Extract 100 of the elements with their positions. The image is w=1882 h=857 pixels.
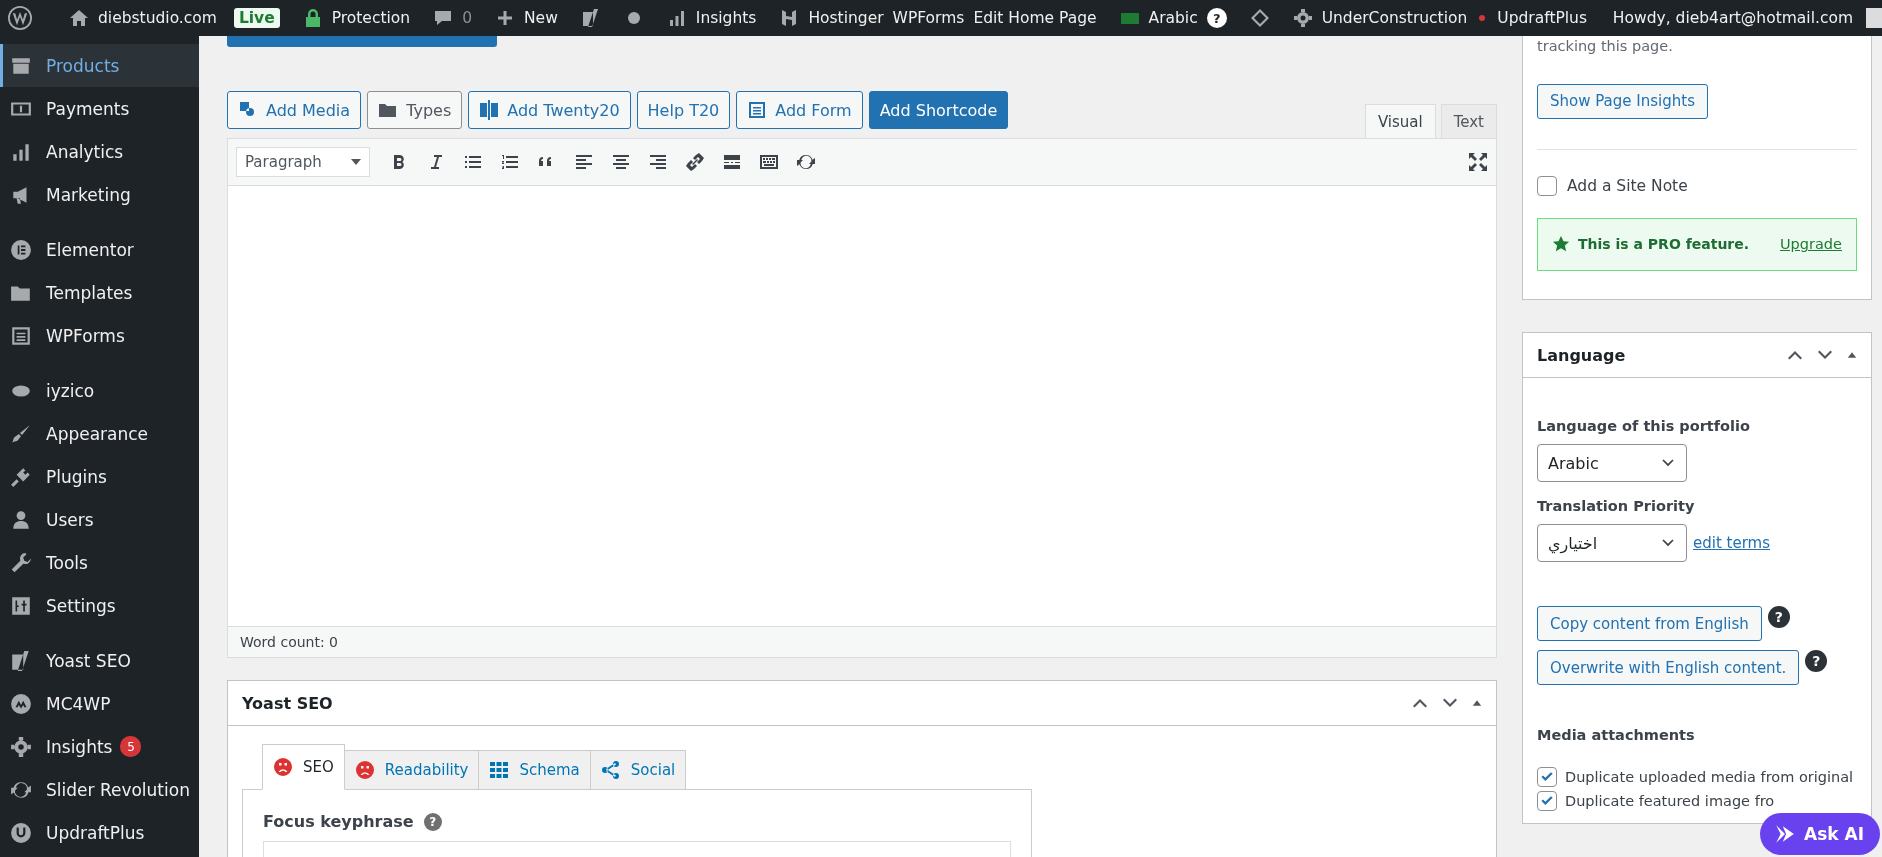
gear-icon (10, 735, 32, 758)
sliders-icon (10, 594, 32, 617)
circle-m-icon (10, 692, 32, 715)
help-icon[interactable]: ? (1206, 8, 1227, 28)
sad-face-icon (273, 757, 293, 777)
keyboard-icon[interactable] (759, 152, 779, 172)
split-icon (479, 100, 500, 120)
pro-text: This is a PRO feature. (1578, 236, 1750, 253)
sidebar-item[interactable]: Plugins (0, 455, 199, 498)
align-right-icon[interactable] (648, 152, 668, 172)
sidebar-item[interactable]: Insights 5 (0, 725, 199, 768)
align-center-icon[interactable] (611, 152, 631, 172)
comment-count[interactable]: 0 (462, 9, 472, 27)
help-icon[interactable]: ? (423, 812, 442, 831)
field-label: Focus keyphrase (263, 812, 414, 831)
media-button[interactable]: Add Form (736, 91, 863, 129)
toolbar-link[interactable]: Insights (695, 9, 757, 27)
sidebar-item[interactable]: Appearance (0, 412, 199, 455)
priority-select[interactable]: اختياري (1537, 524, 1687, 562)
sidebar-item[interactable]: Products (0, 44, 199, 87)
media-button[interactable]: Add Shortcode (868, 91, 1009, 129)
edit-terms-link[interactable]: edit terms (1693, 534, 1770, 552)
toolbar-link[interactable]: WPForms (892, 9, 965, 27)
upgrade-link[interactable]: Upgrade (1780, 236, 1842, 253)
sync-icon[interactable] (796, 152, 816, 172)
toolbar-link[interactable]: Hostinger (808, 9, 884, 27)
copy-button[interactable]: Overwrite with English content. (1537, 650, 1800, 685)
toolbar-link[interactable]: Protection (331, 9, 411, 27)
sidebar-item[interactable]: MC4WP (0, 682, 199, 725)
diamond-icon[interactable] (1249, 8, 1270, 28)
home-icon[interactable] (69, 8, 89, 28)
sidebar-item[interactable]: Marketing (0, 173, 199, 216)
sidebar-item[interactable]: UpdraftPlus (0, 811, 199, 854)
numbered-list-icon[interactable] (500, 152, 520, 172)
plug-icon (10, 465, 32, 488)
toolbar-link[interactable]: UpdraftPlus (1497, 9, 1588, 27)
format-select[interactable]: Paragraph (236, 147, 370, 177)
checkbox[interactable] (1537, 175, 1557, 196)
toolbar-link[interactable]: UnderConstruction (1321, 9, 1468, 27)
plus-icon[interactable] (495, 8, 515, 28)
media-button[interactable]: Help T20 (636, 91, 731, 129)
comment-icon[interactable] (433, 8, 454, 28)
sidebar-item[interactable]: Elementor (0, 228, 199, 271)
wordpress-logo[interactable] (8, 6, 32, 30)
toolbar-link[interactable]: Arabic (1148, 9, 1198, 27)
description-text: tracking this page. (1537, 37, 1674, 54)
section-label: Media attachments (1537, 727, 1696, 743)
help-icon[interactable]: ? (1767, 606, 1790, 628)
panel-title: Language (1537, 345, 1627, 365)
editor-tab[interactable]: Text (1440, 104, 1497, 138)
editor-tab[interactable]: Visual (1364, 104, 1436, 138)
grid-icon (489, 760, 510, 780)
read-more-icon[interactable] (722, 152, 742, 172)
caret-icon (351, 159, 361, 165)
align-left-icon[interactable] (574, 152, 594, 172)
media-button[interactable]: Add Media (227, 91, 362, 129)
sidebar-item[interactable]: Users (0, 498, 199, 541)
sidebar-item[interactable]: Settings (0, 584, 199, 627)
sidebar-item[interactable]: Analytics (0, 130, 199, 173)
ask-ai-button[interactable]: Ask AI (1760, 813, 1880, 855)
toolbar-link[interactable]: New (524, 9, 558, 27)
star-icon (1552, 235, 1570, 254)
checkbox-label: Duplicate uploaded media from original (1565, 769, 1854, 785)
show-insights-button[interactable]: Show Page Insights (1537, 84, 1708, 119)
person-icon (10, 508, 32, 531)
circle-u-icon (10, 821, 32, 844)
sidebar-item[interactable]: Yoast SEO (0, 639, 199, 682)
field-label: Translation Priority (1537, 498, 1696, 514)
sidebar-item[interactable]: Slider Revolution (0, 768, 199, 811)
sidebar-item[interactable]: Tools (0, 541, 199, 584)
live-badge: Live (233, 8, 280, 28)
gear-icon[interactable] (1292, 8, 1313, 28)
seo-tab[interactable]: Schema (479, 750, 591, 790)
brush-icon (10, 422, 32, 445)
sad-face-icon (354, 760, 375, 780)
sidebar-item[interactable]: Payments (0, 87, 199, 130)
sidebar-item[interactable]: Templates (0, 271, 199, 314)
count-badge: 5 (120, 736, 142, 757)
wrench-icon (10, 551, 32, 574)
checkbox[interactable] (1537, 767, 1557, 787)
form-icon (10, 324, 32, 347)
toolbar-link[interactable]: diebstudio.com (98, 9, 217, 27)
toolbar-link[interactable]: Edit Home Page (973, 9, 1097, 27)
link-icon[interactable] (685, 152, 705, 172)
copy-button[interactable]: Copy content from English (1537, 606, 1762, 641)
language-select[interactable]: Arabic (1537, 444, 1687, 482)
media-button[interactable]: Types (367, 91, 463, 129)
seo-tab[interactable]: Social (590, 750, 687, 790)
checkbox[interactable] (1537, 791, 1557, 811)
sidebar-item[interactable]: WPForms (0, 314, 199, 357)
seo-tab[interactable]: Readability (344, 750, 480, 790)
word-count: Word count: 0 (228, 626, 1496, 657)
seo-tab[interactable]: SEO (262, 744, 345, 790)
circle-e-icon (10, 238, 32, 261)
form-icon (747, 100, 768, 120)
media-button[interactable]: Add Twenty20 (468, 91, 631, 129)
fullscreen-icon[interactable] (1468, 152, 1488, 172)
sidebar-item[interactable]: iyzico (0, 369, 199, 412)
account-greeting[interactable]: Howdy, dieb4art@hotmail.com (1612, 9, 1853, 27)
help-icon[interactable]: ? (1805, 650, 1828, 672)
